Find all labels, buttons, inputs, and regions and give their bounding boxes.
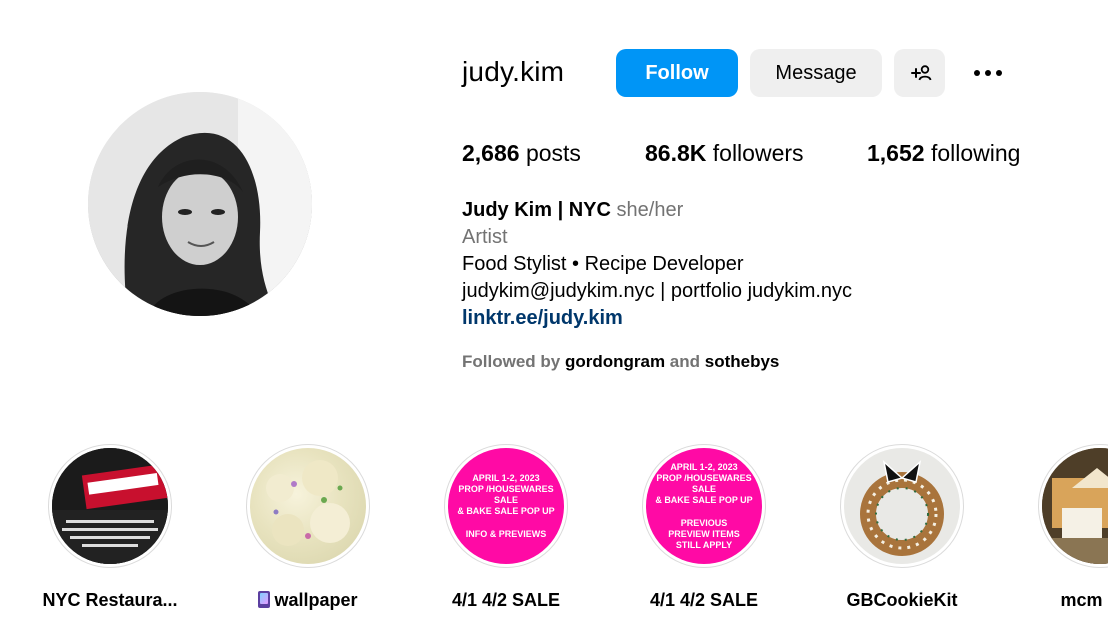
- follow-button[interactable]: Follow: [616, 49, 738, 97]
- more-options-icon[interactable]: [966, 60, 1010, 86]
- highlight-label: GBCookieKit: [846, 590, 958, 610]
- highlight-label: 4/1 4/2 SALE: [649, 590, 759, 610]
- story-highlight[interactable]: APRIL 1-2, 2023 PROP /HOUSEWARES SALE & …: [426, 444, 586, 611]
- suggested-users-button[interactable]: [894, 49, 945, 97]
- add-user-icon: [910, 65, 931, 81]
- bio-contact: judykim@judykim.nyc | portfolio judykim.…: [462, 280, 853, 302]
- story-highlight[interactable]: wallpaper: [228, 444, 388, 611]
- pronouns: she/her: [616, 199, 684, 221]
- profile-full-name: Judy Kim | NYC she/her: [462, 199, 684, 221]
- followers-link[interactable]: 86.8K followers: [645, 140, 804, 167]
- story-highlight[interactable]: mcm coo: [1020, 444, 1108, 611]
- followed-by: Followed by gordongram and sothebys: [462, 352, 780, 371]
- profile-category: Artist: [462, 226, 508, 248]
- bio-description: Food Stylist • Recipe Developer: [462, 253, 744, 275]
- highlight-cover: APRIL 1-2, 2023 PROP /HOUSEWARES SALE & …: [448, 448, 564, 564]
- story-highlight[interactable]: GBCookieKit: [822, 444, 982, 611]
- highlight-cover: [250, 448, 366, 564]
- message-button[interactable]: Message: [750, 49, 882, 97]
- profile-avatar[interactable]: [88, 92, 312, 316]
- highlight-cover: [844, 448, 960, 564]
- highlight-label: 4/1 4/2 SALE: [451, 590, 561, 610]
- highlight-label: mcm coo: [1060, 590, 1108, 610]
- profile-username: judy.kim: [462, 56, 565, 87]
- highlight-label: NYC Restaura...: [42, 590, 178, 610]
- bio-external-link[interactable]: linktr.ee/judy.kim: [462, 307, 623, 330]
- story-highlight[interactable]: APRIL 1-2, 2023 PROP /HOUSEWARES SALE & …: [624, 444, 784, 611]
- following-link[interactable]: 1,652 following: [867, 140, 1020, 167]
- highlight-label: wallpaper: [228, 590, 388, 611]
- highlight-cover: [1042, 448, 1108, 564]
- followed-by-account[interactable]: gordongram: [565, 352, 665, 371]
- story-highlight[interactable]: NYC Restaura...: [30, 444, 190, 611]
- highlight-cover: APRIL 1-2, 2023 PROP /HOUSEWARES SALE & …: [646, 448, 762, 564]
- mobile-phone-icon: [258, 591, 271, 608]
- highlight-cover: [52, 448, 168, 564]
- posts-count: 2,686 posts: [462, 140, 581, 166]
- followed-by-account[interactable]: sothebys: [705, 352, 780, 371]
